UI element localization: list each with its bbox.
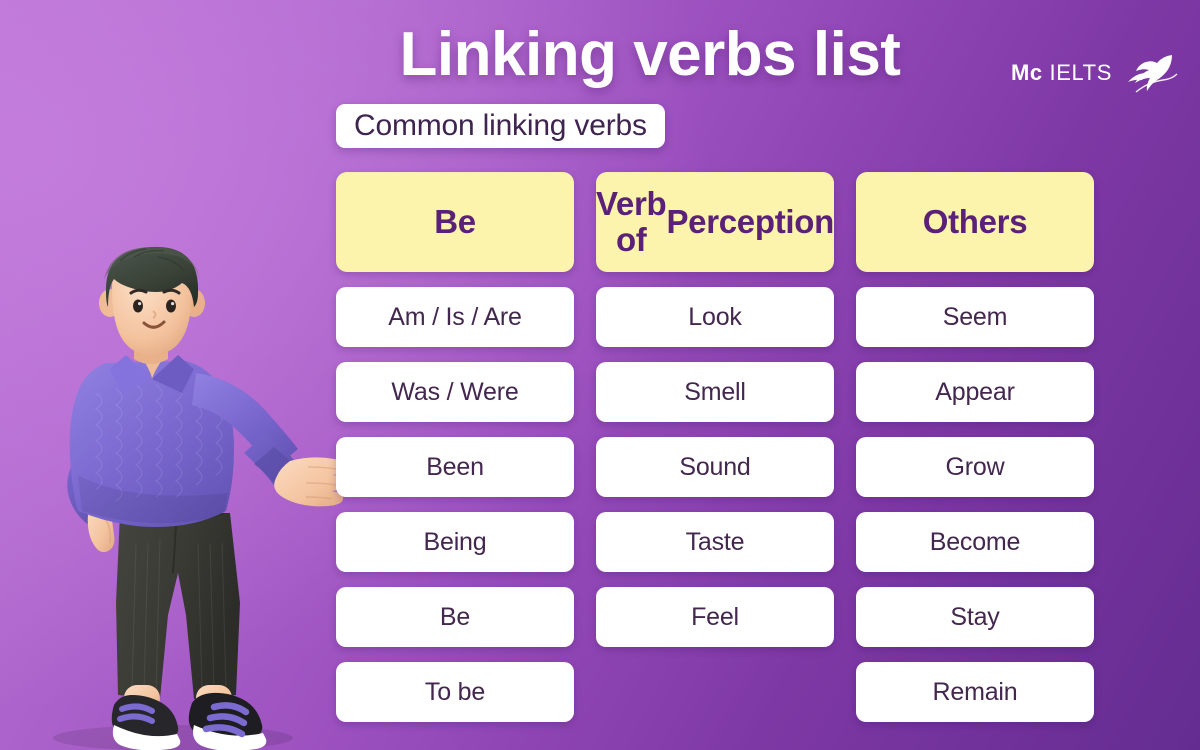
hummingbird-icon <box>1122 50 1178 96</box>
header-line-1: Verb of <box>596 184 667 258</box>
list-item: Look <box>596 287 834 347</box>
header-line-2: Perception <box>666 202 834 240</box>
list-item: Seem <box>856 287 1094 347</box>
column-header-others: Others <box>856 172 1094 272</box>
list-item: Taste <box>596 512 834 572</box>
column-verb-of-perception: Verb of Perception Look Smell Sound Tast… <box>596 172 834 737</box>
empty-slot <box>596 662 834 722</box>
left-shoe <box>111 695 181 750</box>
infographic-canvas: Linking verbs list Common linking verbs … <box>0 0 1200 750</box>
column-others: Others Seem Appear Grow Become Stay Rema… <box>856 172 1094 737</box>
column-header-verb-of-perception: Verb of Perception <box>596 172 834 272</box>
list-item: Grow <box>856 437 1094 497</box>
list-item: Be <box>336 587 574 647</box>
table-columns: Be Am / Is / Are Was / Were Been Being B… <box>336 172 1094 737</box>
list-item: Become <box>856 512 1094 572</box>
column-be: Be Am / Is / Are Was / Were Been Being B… <box>336 172 574 737</box>
page-title: Linking verbs list <box>399 20 901 89</box>
list-item: Being <box>336 512 574 572</box>
brand-logo: Mc IELTS <box>1011 50 1178 96</box>
brand-mc: Mc <box>1011 60 1043 85</box>
list-item: Remain <box>856 662 1094 722</box>
list-item: Feel <box>596 587 834 647</box>
list-item: Sound <box>596 437 834 497</box>
subtitle-text: Common linking verbs <box>354 109 647 142</box>
list-item: Was / Were <box>336 362 574 422</box>
list-item: Am / Is / Are <box>336 287 574 347</box>
brand-ielts: IELTS <box>1049 60 1112 85</box>
list-item: Stay <box>856 587 1094 647</box>
list-item: To be <box>336 662 574 722</box>
column-header-be: Be <box>336 172 574 272</box>
illustration-3d-boy <box>8 243 348 750</box>
right-shoe <box>188 692 267 750</box>
list-item: Been <box>336 437 574 497</box>
verbs-table: Be Am / Is / Are Was / Were Been Being B… <box>336 172 1094 737</box>
brand-logo-text: Mc IELTS <box>1011 60 1112 86</box>
subtitle-badge: Common linking verbs <box>336 104 665 148</box>
list-item: Smell <box>596 362 834 422</box>
list-item: Appear <box>856 362 1094 422</box>
